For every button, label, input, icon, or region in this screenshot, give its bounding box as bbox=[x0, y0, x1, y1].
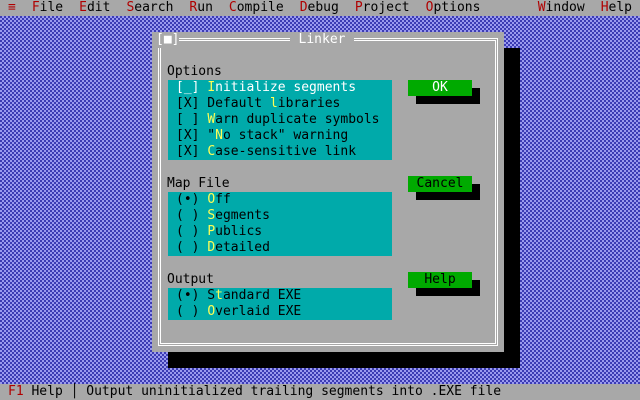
output-label: Output bbox=[167, 272, 214, 287]
menu-window[interactable]: Window bbox=[530, 0, 593, 16]
dialog-title: Linker bbox=[290, 32, 354, 48]
menu-run-label: un bbox=[197, 0, 213, 15]
status-separator: │ bbox=[62, 384, 87, 399]
menu-debug[interactable]: Debug bbox=[292, 0, 347, 16]
option-label: etailed bbox=[215, 240, 270, 255]
option-label: ublics bbox=[215, 224, 263, 239]
menu-help-hotkey: H bbox=[600, 0, 609, 15]
option-case-sensitive-link[interactable]: [X] Case-sensitive link bbox=[168, 144, 392, 160]
radio-button[interactable]: (•) bbox=[176, 192, 199, 207]
menu-help-label: elp bbox=[608, 0, 632, 15]
checkbox[interactable]: [_] bbox=[176, 80, 199, 95]
system-menu-icon[interactable]: ≡ bbox=[0, 0, 24, 16]
cancel-button[interactable]: Cancel bbox=[408, 176, 472, 192]
cancel-button-label: Cancel bbox=[416, 176, 464, 191]
menu-edit-label: dit bbox=[86, 0, 111, 15]
option-hotkey: C bbox=[207, 144, 216, 159]
option-prefix: Default bbox=[199, 96, 270, 111]
close-icon[interactable]: [■] bbox=[156, 32, 180, 48]
map-off[interactable]: (•) Off bbox=[168, 192, 392, 208]
menu-run[interactable]: Run bbox=[181, 0, 220, 16]
map-file-label: Map File bbox=[167, 176, 230, 191]
option-hotkey: N bbox=[215, 128, 223, 143]
menu-search[interactable]: Search bbox=[118, 0, 181, 16]
options-group: [_] Initialize segments [X] Default libr… bbox=[168, 80, 392, 160]
output-group: (•) Standard EXE ( ) Overlaid EXE bbox=[168, 288, 392, 320]
map-file-group: (•) Off ( ) Segments ( ) Publics ( ) Det… bbox=[168, 192, 392, 256]
option-default-libraries[interactable]: [X] Default libraries bbox=[168, 96, 392, 112]
radio-button[interactable]: ( ) bbox=[176, 224, 199, 239]
checkbox[interactable]: [ ] bbox=[176, 112, 199, 127]
option-prefix: " bbox=[199, 128, 216, 143]
radio-button[interactable]: ( ) bbox=[176, 304, 199, 319]
status-help-label[interactable]: Help bbox=[24, 384, 62, 400]
menu-debug-hotkey: D bbox=[299, 0, 308, 15]
option-warn-duplicate-symbols[interactable]: [ ] Warn duplicate symbols bbox=[168, 112, 392, 128]
menu-search-label: earch bbox=[134, 0, 174, 15]
menu-bar: ≡ File Edit Search Run Compile Debug Pro… bbox=[0, 0, 640, 16]
menu-file-hotkey: F bbox=[31, 0, 40, 15]
menu-file-label: ile bbox=[39, 0, 64, 15]
option-label: andard EXE bbox=[222, 288, 302, 303]
option-hotkey: l bbox=[269, 96, 278, 111]
status-help-key[interactable]: F1 bbox=[0, 384, 24, 400]
ok-button-label: OK bbox=[432, 80, 448, 95]
map-segments[interactable]: ( ) Segments bbox=[168, 208, 392, 224]
menu-compile[interactable]: Compile bbox=[221, 0, 292, 16]
output-standard-exe[interactable]: (•) Standard EXE bbox=[168, 288, 392, 304]
menu-compile-hotkey: C bbox=[228, 0, 237, 15]
option-hotkey: I bbox=[207, 80, 216, 95]
option-label: arn duplicate symbols bbox=[215, 112, 380, 127]
ok-button[interactable]: OK bbox=[408, 80, 472, 96]
option-hotkey: O bbox=[207, 304, 216, 319]
option-label: ibraries bbox=[277, 96, 341, 111]
menu-debug-label: ebug bbox=[307, 0, 339, 15]
option-hotkey: O bbox=[207, 192, 216, 207]
menu-edit[interactable]: Edit bbox=[71, 0, 118, 16]
status-message: Output uninitialized trailing segments i… bbox=[86, 384, 502, 399]
menu-help[interactable]: Help bbox=[593, 0, 640, 16]
option-label: nitialize segments bbox=[215, 80, 357, 95]
option-initialize-segments[interactable]: [_] Initialize segments bbox=[168, 80, 392, 96]
radio-button[interactable]: (•) bbox=[176, 288, 199, 303]
status-bar: F1 Help │ Output uninitialized trailing … bbox=[0, 384, 640, 400]
option-label: ff bbox=[215, 192, 231, 207]
map-publics[interactable]: ( ) Publics bbox=[168, 224, 392, 240]
option-hotkey: W bbox=[207, 112, 216, 127]
menu-file[interactable]: File bbox=[24, 0, 71, 16]
menu-project-label: roject bbox=[362, 0, 410, 15]
output-overlaid-exe[interactable]: ( ) Overlaid EXE bbox=[168, 304, 392, 320]
menu-options[interactable]: Options bbox=[418, 0, 489, 16]
checkbox[interactable]: [X] bbox=[176, 144, 199, 159]
option-label: o stack" warning bbox=[222, 128, 349, 143]
option-no-stack-warning[interactable]: [X] "No stack" warning bbox=[168, 128, 392, 144]
menu-compile-label: ompile bbox=[236, 0, 284, 15]
checkbox[interactable]: [X] bbox=[176, 96, 199, 111]
help-button-label: Help bbox=[424, 272, 456, 287]
checkbox[interactable]: [X] bbox=[176, 128, 199, 143]
menu-edit-hotkey: E bbox=[79, 0, 87, 15]
option-hotkey: P bbox=[207, 224, 216, 239]
close-box[interactable]: [■] bbox=[156, 32, 179, 47]
options-label: Options bbox=[167, 64, 222, 79]
option-hotkey: D bbox=[207, 240, 216, 255]
menu-window-hotkey: W bbox=[537, 0, 546, 15]
option-prefix: S bbox=[199, 288, 216, 303]
radio-button[interactable]: ( ) bbox=[176, 240, 199, 255]
map-detailed[interactable]: ( ) Detailed bbox=[168, 240, 392, 256]
option-hotkey: t bbox=[215, 288, 223, 303]
menu-project-hotkey: P bbox=[354, 0, 363, 15]
help-button[interactable]: Help bbox=[408, 272, 472, 288]
menu-project[interactable]: Project bbox=[347, 0, 418, 16]
radio-button[interactable]: ( ) bbox=[176, 208, 199, 223]
option-label: ase-sensitive link bbox=[215, 144, 357, 159]
menu-window-label: indow bbox=[545, 0, 585, 15]
linker-dialog: [■] Linker Options [_] Initialize segmen… bbox=[152, 32, 504, 352]
option-label: egments bbox=[215, 208, 270, 223]
option-label: verlaid EXE bbox=[215, 304, 302, 319]
option-hotkey: S bbox=[207, 208, 216, 223]
menu-options-label: ptions bbox=[433, 0, 481, 15]
